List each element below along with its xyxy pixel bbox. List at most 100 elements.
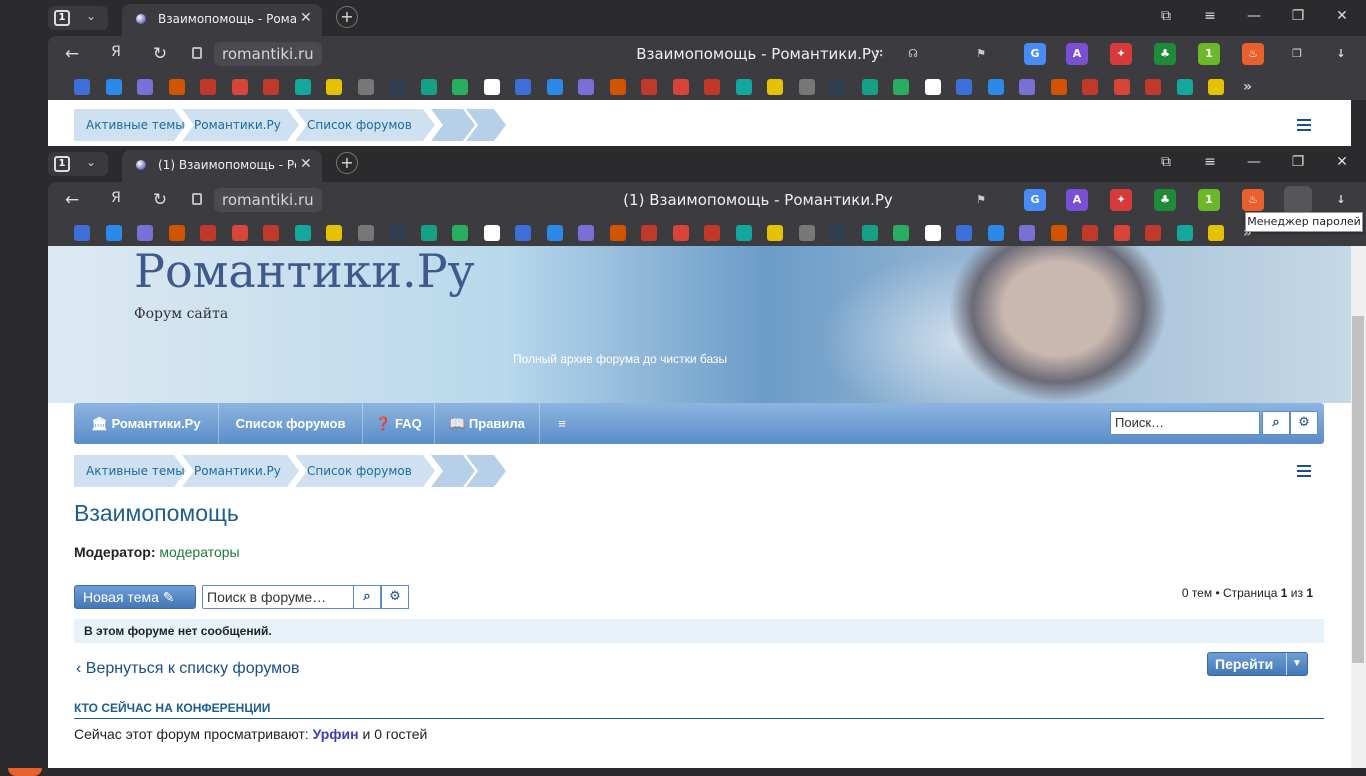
close-tab-icon[interactable]: ✕ [300, 10, 312, 26]
bookmark-icon[interactable] [1019, 79, 1035, 95]
bookmark-icon[interactable] [1019, 225, 1035, 241]
breadcrumb-forums[interactable]: Список форумов [295, 109, 435, 141]
tab-counter[interactable]: 1 ⌄ [48, 6, 108, 30]
bookmark-icon[interactable] [74, 79, 90, 95]
password-manager-icon[interactable]: ❐ [1286, 43, 1308, 65]
bookmark-icon[interactable] [578, 79, 594, 95]
bookmark-icon[interactable] [861, 225, 878, 241]
lock-icon[interactable] [192, 193, 202, 205]
search-input[interactable]: Поиск… [1110, 411, 1260, 435]
apps-icon[interactable]: ∷ [868, 43, 890, 65]
bookmark-icon[interactable] [137, 79, 153, 95]
bookmark-icon[interactable] [641, 225, 657, 241]
caret-down-icon[interactable]: ▼ [1286, 653, 1307, 675]
search-icon[interactable]: ⌕ [1262, 411, 1290, 435]
bookmark-icon[interactable] [168, 225, 185, 241]
bookmark-icon[interactable] [735, 79, 752, 95]
bookmark-icon[interactable] [1145, 225, 1161, 241]
nav-home[interactable]: 🏛 Романтики.Ру [74, 403, 219, 444]
back-to-forums-link[interactable]: ‹ Вернуться к списку форумов [76, 660, 300, 678]
bookmark-icon[interactable] [357, 225, 374, 241]
bookmark-icon[interactable] [483, 79, 500, 95]
bookmark-icon[interactable] [893, 225, 909, 241]
bookmark-icon[interactable] [546, 79, 563, 95]
bookmark-icon[interactable] [452, 79, 468, 95]
bookmark-icon[interactable] [452, 225, 468, 241]
bookmark-icon[interactable] [924, 225, 941, 241]
restore-icon[interactable]: ❐ [1288, 154, 1308, 170]
download-icon[interactable]: ↓ [1330, 43, 1352, 65]
bookmark-icon[interactable] [546, 225, 563, 241]
bookmark-icon[interactable] [168, 79, 185, 95]
minimize-icon[interactable]: — [1244, 8, 1264, 24]
extension-tree-icon[interactable]: ♣ [1154, 189, 1176, 211]
bookmark-icon[interactable] [704, 79, 720, 95]
site-name[interactable]: Романтики.Ру [134, 246, 475, 298]
bookmark-icon[interactable] [294, 79, 311, 95]
bookmark-icon[interactable] [1113, 79, 1130, 95]
bookmark-icon[interactable] [326, 225, 342, 241]
nav-rules[interactable]: 📖 Правила [435, 403, 540, 444]
forum-search-icon[interactable]: ⌕ [353, 585, 381, 609]
yandex-icon[interactable]: Я [106, 44, 126, 60]
adguard-icon[interactable]: A [1066, 43, 1088, 65]
bookmark-icon[interactable] [1082, 225, 1098, 241]
extension-star-icon[interactable]: ✦ [1110, 43, 1132, 65]
back-icon[interactable]: ← [62, 44, 82, 64]
bookmark-icon[interactable] [798, 79, 815, 95]
breadcrumb-active-topics[interactable]: Активные темы [74, 455, 186, 487]
close-window-icon[interactable]: ✕ [1332, 154, 1352, 170]
moderator-link[interactable]: модераторы [159, 544, 239, 560]
reload-icon[interactable]: ↻ [150, 44, 170, 64]
bookmark-icon[interactable] [137, 225, 153, 241]
bookmark-icon[interactable] [263, 79, 279, 95]
breadcrumb-active-topics[interactable]: Активные темы [74, 109, 186, 141]
url-host[interactable]: romantiki.ru [214, 188, 322, 212]
tab-counter[interactable]: 1 ⌄ [48, 152, 108, 176]
bookmark-icon[interactable] [231, 79, 248, 95]
bookmark-icon[interactable] [326, 79, 342, 95]
bookmark-icon[interactable] [74, 225, 90, 241]
bookmark-icon[interactable] [735, 225, 752, 241]
new-tab-button[interactable]: + [336, 6, 358, 28]
nav-forum-list[interactable]: Список форумов [219, 403, 363, 444]
bookmark-icon[interactable] [1145, 79, 1161, 95]
breadcrumb-site[interactable]: Романтики.Ру [182, 109, 299, 141]
bookmark-icon[interactable] [200, 79, 216, 95]
more-bookmarks-icon[interactable]: » [1240, 79, 1256, 95]
bookmark-icon[interactable] [861, 79, 878, 95]
bookmark-icon[interactable] [830, 79, 846, 95]
adguard-icon[interactable]: A [1066, 189, 1088, 211]
new-topic-button[interactable]: Новая тема ✎ [74, 585, 196, 609]
extension-tree-icon[interactable]: ♣ [1154, 43, 1176, 65]
password-manager-icon[interactable] [1284, 186, 1312, 214]
search-settings-icon[interactable]: ⚙ [1290, 411, 1318, 435]
extension-fire-icon[interactable]: ♨ [1242, 43, 1264, 65]
new-tab-button[interactable]: + [336, 152, 358, 174]
bookmark-icon[interactable] [672, 225, 689, 241]
bookmark-icon[interactable] [105, 79, 122, 95]
active-tab[interactable]: (1) Взаимопомощь - Романтики.Ру✕ [122, 150, 322, 182]
nav-faq[interactable]: ❓ FAQ [363, 403, 435, 444]
bookmark-icon[interactable] [956, 79, 972, 95]
hamburger-icon[interactable] [1297, 465, 1311, 477]
reload-icon[interactable]: ↻ [150, 190, 170, 210]
restore-icon[interactable]: ❐ [1288, 8, 1308, 24]
bookmark-icon[interactable] [893, 79, 909, 95]
tab-menu-icon[interactable]: ⧉ [1156, 154, 1176, 170]
bookmark-icon[interactable] [924, 79, 941, 95]
bookmark-icon[interactable] [987, 225, 1004, 241]
bookmark-icon[interactable] [704, 225, 720, 241]
hamburger-icon[interactable] [1297, 119, 1311, 131]
bookmark-icon[interactable] [956, 225, 972, 241]
jump-button[interactable]: Перейти ▼ [1207, 652, 1308, 676]
bookmark-icon[interactable] [420, 225, 437, 241]
url-host[interactable]: romantiki.ru [214, 42, 322, 66]
breadcrumb-site[interactable]: Романтики.Ру [182, 455, 299, 487]
bookmark-icon[interactable] [515, 79, 531, 95]
extension-fire-icon[interactable]: ♨ [1242, 189, 1264, 211]
bookmark-icon[interactable] [1113, 225, 1130, 241]
extension-box-icon[interactable]: 1 [1198, 43, 1220, 65]
bookmark-icon[interactable] [200, 225, 216, 241]
bookmark-icon[interactable]: ⚑ [970, 43, 992, 65]
